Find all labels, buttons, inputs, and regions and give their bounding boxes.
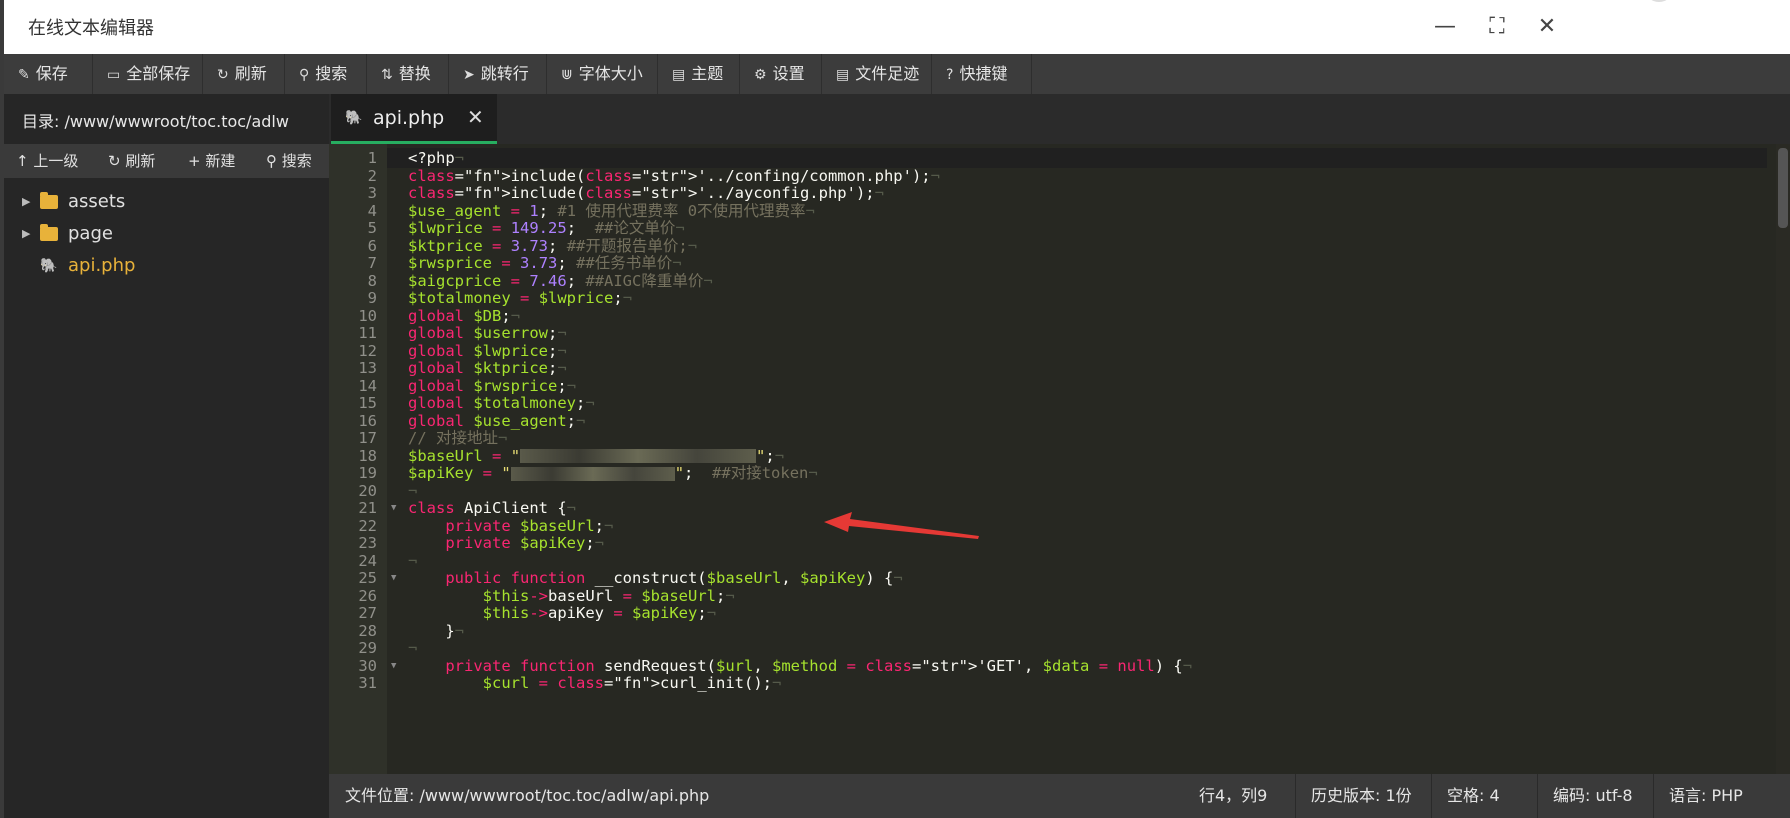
tab-label: api.php xyxy=(373,107,445,129)
language-status[interactable]: 语言: PHP xyxy=(1669,774,1743,818)
font-size-label: 字体大小 xyxy=(578,64,643,83)
help-icon: ? xyxy=(946,67,954,83)
file-history-button[interactable]: ▤ 文件足迹 xyxy=(822,54,932,94)
search-button[interactable]: ⚲ 搜索 xyxy=(285,54,367,94)
replace-label: 替换 xyxy=(398,64,431,83)
close-tab-icon[interactable]: ✕ xyxy=(467,105,484,129)
encoding-status[interactable]: 编码: utf-8 xyxy=(1553,774,1633,818)
save-label: 保存 xyxy=(35,64,68,83)
title-bar: 在线文本编辑器 — ⛶ ✕ xyxy=(4,0,1790,54)
goto-line-button[interactable]: ➤ 跳转行 xyxy=(449,54,547,94)
goto-line-icon: ➤ xyxy=(463,67,475,83)
search-label: 搜索 xyxy=(315,64,348,83)
sidebar-refresh-button[interactable]: ↻ 刷新 xyxy=(108,144,155,178)
search-icon: ⚲ xyxy=(299,67,310,83)
replace-icon: ⇅ xyxy=(381,67,393,83)
parent-dir-label: 上一级 xyxy=(33,152,79,170)
refresh-button[interactable]: ↻ 刷新 xyxy=(203,54,285,94)
chevron-right-icon[interactable]: ▶ xyxy=(22,218,30,250)
scrollbar-thumb[interactable] xyxy=(1778,148,1788,228)
tree-file-api-php[interactable]: 🐘 api.php xyxy=(4,250,329,282)
new-file-label: 新建 xyxy=(205,152,236,170)
tree-item-label: api.php xyxy=(68,255,136,276)
divider xyxy=(1295,774,1296,818)
search-icon: ⚲ xyxy=(266,152,277,170)
plus-icon: + xyxy=(188,152,201,170)
settings-icon: ⚙ xyxy=(754,67,767,83)
cursor-position-status[interactable]: 行4，列9 xyxy=(1199,774,1267,818)
shortcuts-button[interactable]: ? 快捷键 xyxy=(932,54,1032,94)
history-status[interactable]: 历史版本: 1份 xyxy=(1311,774,1412,818)
file-history-icon: ▤ xyxy=(836,67,850,83)
font-size-icon: ⋓ xyxy=(561,67,573,83)
close-icon[interactable]: ✕ xyxy=(1532,12,1562,42)
toolbar: ✎ 保存 ▭ 全部保存 ↻ 刷新 ⚲ 搜索 ⇅ 替换 ➤ 跳转行 ⋓ 字体大小 ▤ 主题 ⚙ 设置… xyxy=(4,54,1790,95)
divider xyxy=(1431,774,1432,818)
code-editor[interactable]: 1 <?php¬ 2 class="fn">include(class="str">'… xyxy=(329,144,1790,774)
sidebar-search-label: 搜索 xyxy=(281,152,312,170)
folder-icon xyxy=(40,224,58,241)
tree-item-label: assets xyxy=(68,191,126,212)
php-elephant-icon: 🐘 xyxy=(345,110,363,126)
arrow-shape xyxy=(824,512,979,539)
file-history-label: 文件足迹 xyxy=(855,64,920,83)
refresh-icon: ↻ xyxy=(108,152,121,170)
divider xyxy=(1537,774,1538,818)
chevron-right-icon[interactable]: ▶ xyxy=(22,186,30,218)
refresh-icon: ↻ xyxy=(217,67,229,83)
settings-button[interactable]: ⚙ 设置 xyxy=(740,54,822,94)
parent-dir-button[interactable]: ↑ 上一级 xyxy=(16,144,78,178)
tree-item-label: page xyxy=(68,223,113,244)
replace-button[interactable]: ⇅ 替换 xyxy=(367,54,449,94)
refresh-label: 刷新 xyxy=(234,64,267,83)
sidebar-refresh-label: 刷新 xyxy=(125,152,156,170)
save-all-icon: ▭ xyxy=(107,67,121,83)
tree-folder-page[interactable]: ▶ page xyxy=(4,218,329,250)
sidebar-search-button[interactable]: ⚲ 搜索 xyxy=(266,144,312,178)
save-button[interactable]: ✎ 保存 xyxy=(4,54,93,94)
window-corner-decoration xyxy=(1644,0,1674,2)
theme-icon: ▤ xyxy=(672,67,686,83)
arrow-up-icon: ↑ xyxy=(16,152,29,170)
window-title: 在线文本编辑器 xyxy=(28,18,154,39)
status-bar: 文件位置: /www/wwwroot/toc.toc/adlw/api.php … xyxy=(329,774,1790,818)
file-sidebar: 目录: /www/wwwroot/toc.toc/adlw ↑ 上一级 ↻ 刷新… xyxy=(4,94,329,818)
save-all-button[interactable]: ▭ 全部保存 xyxy=(93,54,203,94)
font-size-button[interactable]: ⋓ 字体大小 xyxy=(547,54,658,94)
settings-label: 设置 xyxy=(772,64,805,83)
theme-button[interactable]: ▤ 主题 xyxy=(658,54,740,94)
theme-label: 主题 xyxy=(691,64,724,83)
divider xyxy=(1653,774,1654,818)
vertical-scrollbar[interactable] xyxy=(1776,144,1790,774)
sidebar-toolbar: ↑ 上一级 ↻ 刷新 + 新建 ⚲ 搜索 xyxy=(4,144,329,178)
tab-api-php[interactable]: 🐘 api.php ✕ xyxy=(331,94,497,144)
save-all-label: 全部保存 xyxy=(126,64,191,83)
shortcuts-label: 快捷键 xyxy=(959,64,1008,83)
annotation-arrow xyxy=(824,512,979,539)
tree-folder-assets[interactable]: ▶ assets xyxy=(4,186,329,218)
code-line[interactable]: 31 $curl = class="fn">curl_init();¬ xyxy=(329,673,1769,693)
maximize-icon[interactable]: ⛶ xyxy=(1482,12,1512,42)
minimize-icon[interactable]: — xyxy=(1430,12,1460,42)
line-text: $curl = class="fn">curl_init();¬ xyxy=(482,674,782,692)
new-file-button[interactable]: + 新建 xyxy=(188,144,235,178)
folder-icon xyxy=(40,192,58,209)
goto-line-label: 跳转行 xyxy=(480,64,529,83)
indent-status[interactable]: 空格: 4 xyxy=(1447,774,1500,818)
directory-label: 目录: /www/wwwroot/toc.toc/adlw xyxy=(22,112,289,131)
php-elephant-icon: 🐘 xyxy=(40,258,58,274)
save-icon: ✎ xyxy=(18,67,30,83)
line-number: 31 xyxy=(358,674,377,692)
editor-window: 在线文本编辑器 — ⛶ ✕ ✎ 保存 ▭ 全部保存 ↻ 刷新 ⚲ 搜索 ⇅ 替换 ➤ 跳转行… xyxy=(4,0,1790,818)
tab-bar: 🐘 api.php ✕ xyxy=(329,94,1790,144)
file-path-status: 文件位置: /www/wwwroot/toc.toc/adlw/api.php xyxy=(345,786,710,805)
